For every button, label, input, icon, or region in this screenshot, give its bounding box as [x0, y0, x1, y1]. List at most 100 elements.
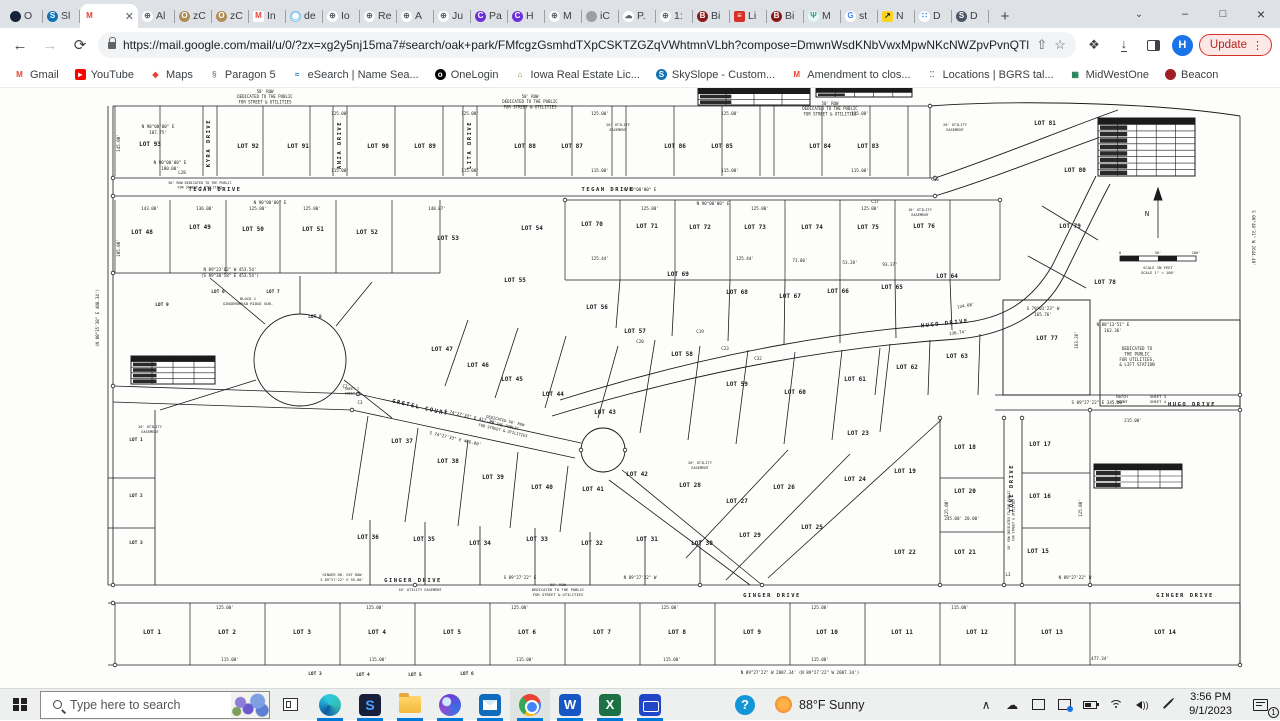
tab[interactable]: ≡Li [730, 4, 767, 28]
share-icon[interactable]: ⇧ [1036, 37, 1047, 53]
task-view-button[interactable] [270, 689, 310, 721]
start-button[interactable] [0, 689, 40, 721]
maximize-button[interactable]: □ [1204, 0, 1242, 28]
tab[interactable]: ΨM [804, 4, 841, 28]
svg-text:115.00': 115.00' [663, 657, 681, 662]
taskbar-mail[interactable] [470, 689, 510, 721]
minimize-button[interactable]: – [1166, 0, 1204, 28]
taskbar-excel[interactable]: X [590, 689, 630, 721]
taskbar-app-s[interactable]: S [350, 689, 390, 721]
tab[interactable]: ↗N [878, 4, 915, 28]
tab-active[interactable]: M✕ [80, 4, 138, 28]
tab[interactable]: ◯de [286, 4, 323, 28]
favicon: ↗ [882, 11, 893, 22]
search-daily-image[interactable] [231, 692, 269, 718]
bookmark-item[interactable]: oOneLogin [435, 69, 499, 81]
taskbar-help[interactable]: ? [725, 689, 765, 721]
battery-icon[interactable] [1077, 689, 1103, 721]
tab[interactable]: SD [952, 4, 989, 28]
tab-title: N [896, 10, 904, 22]
tab[interactable]: ∷D [915, 4, 952, 28]
bookmark-item[interactable]: ≈eSearch | Name Sea... [292, 69, 419, 81]
bookmark-item[interactable]: ▸YouTube [75, 69, 134, 81]
search-placeholder: Type here to search [70, 698, 180, 712]
tab-title: Bi [785, 10, 794, 22]
svg-text:LOT 55: LOT 55 [504, 277, 526, 284]
tab[interactable]: Gst [841, 4, 878, 28]
svg-text:LOT 61: LOT 61 [844, 376, 866, 383]
wifi-icon[interactable] [1103, 689, 1129, 721]
menu-kebab-icon[interactable]: ⋮ [1252, 39, 1263, 52]
side-panel-icon[interactable] [1142, 33, 1166, 57]
tab[interactable]: CPa [471, 4, 508, 28]
pen-icon[interactable] [1155, 689, 1181, 721]
svg-text:LOT 52: LOT 52 [356, 229, 378, 236]
taskbar-edge[interactable] [310, 689, 350, 721]
teams-icon[interactable] [1051, 689, 1077, 721]
svg-text:148.87': 148.87' [428, 206, 446, 211]
tab[interactable]: CH [508, 4, 545, 28]
taskbar-chrome[interactable] [510, 689, 550, 721]
camera-app-icon [639, 694, 661, 716]
address-bar[interactable]: https://mail.google.com/mail/u/0/?zx=xg2… [98, 32, 1076, 58]
tab-title: Re [378, 10, 391, 22]
taskbar-word[interactable]: W [550, 689, 590, 721]
volume-icon[interactable]: )) [1129, 689, 1155, 721]
tab[interactable]: ☁P. [619, 4, 656, 28]
tab[interactable]: ⊕Al [138, 4, 175, 28]
tab[interactable]: iC [582, 4, 619, 28]
svg-text:18' UTILITY EASEMENT: 18' UTILITY EASEMENT [398, 588, 442, 592]
bookmark-item[interactable]: ⁚⁚Locations | BGRS tal... [927, 69, 1054, 81]
tab[interactable]: ⊕M [545, 4, 582, 28]
bookmark-item[interactable]: ◆Maps [150, 69, 193, 81]
taskbar-browser-swirl[interactable] [430, 689, 470, 721]
extensions-icon[interactable]: ❖ [1082, 33, 1106, 57]
bookmark-item[interactable]: Beacon [1165, 69, 1218, 81]
bookmark-star-icon[interactable]: ☆ [1054, 37, 1066, 53]
close-button[interactable]: × [1242, 0, 1280, 28]
new-tab-button[interactable]: + [993, 4, 1017, 28]
tab[interactable]: BBi [693, 4, 730, 28]
bookmark-item[interactable]: §Paragon 5 [209, 69, 276, 81]
onedrive-cloud-icon[interactable]: ☁ [999, 689, 1025, 721]
svg-text:LOT 14: LOT 14 [1154, 629, 1176, 636]
tab-search-chevron[interactable]: ⌄ [1126, 0, 1152, 28]
notification-center[interactable]: 1 [1240, 689, 1280, 721]
taskbar-weather[interactable]: 88°F Sunny [765, 696, 874, 713]
tab[interactable]: ⊕1: [656, 4, 693, 28]
taskbar-file-explorer[interactable] [390, 689, 430, 721]
tab[interactable]: OzC [212, 4, 249, 28]
tab[interactable]: BBi [767, 4, 804, 28]
tab[interactable]: ⊕A [397, 4, 434, 28]
chrome-update-button[interactable]: Update ⋮ [1199, 34, 1272, 56]
tab[interactable]: OzC [175, 4, 212, 28]
svg-text:LOT 3: LOT 3 [293, 629, 311, 636]
tab-close-icon[interactable]: ✕ [125, 10, 134, 23]
svg-text:LOT 47: LOT 47 [431, 346, 453, 353]
taskbar-camera-app[interactable] [630, 689, 670, 721]
back-button[interactable]: ← [8, 33, 32, 57]
downloads-icon[interactable]: ↓ [1112, 33, 1136, 57]
bookmark-item[interactable]: MAmendment to clos... [791, 69, 910, 81]
display-icon[interactable] [1025, 689, 1051, 721]
tab[interactable]: ⊕Io [323, 4, 360, 28]
reload-button[interactable]: ⟳ [68, 33, 92, 57]
profile-avatar[interactable]: H [1172, 35, 1193, 56]
tab[interactable]: ⊕Ju [434, 4, 471, 28]
tab[interactable]: SSl [43, 4, 80, 28]
bookmark-item[interactable]: ▦MidWestOne [1070, 69, 1149, 81]
tab[interactable]: O [6, 4, 43, 28]
bookmark-item[interactable]: MGmail [14, 69, 59, 81]
svg-text:GINGER DRIVE: GINGER DRIVE [743, 593, 801, 599]
bookmark-item[interactable]: SSkySlope - Custom... [656, 69, 775, 81]
tab[interactable]: ⊕Re [360, 4, 397, 28]
tab[interactable]: MIn [249, 4, 286, 28]
url-text[interactable]: https://mail.google.com/mail/u/0/?zx=xg2… [123, 38, 1029, 52]
tray-chevron-icon[interactable]: ∧ [973, 689, 999, 721]
clock-time: 3:56 PM [1189, 691, 1232, 705]
forward-button[interactable]: → [38, 33, 62, 57]
svg-text:LOT 3: LOT 3 [129, 540, 143, 546]
taskbar-search-input[interactable]: Type here to search [40, 691, 270, 719]
taskbar-clock[interactable]: 3:56 PM 9/1/2023 [1181, 691, 1240, 719]
bookmark-item[interactable]: ⌂Iowa Real Estate Lic... [514, 69, 639, 81]
